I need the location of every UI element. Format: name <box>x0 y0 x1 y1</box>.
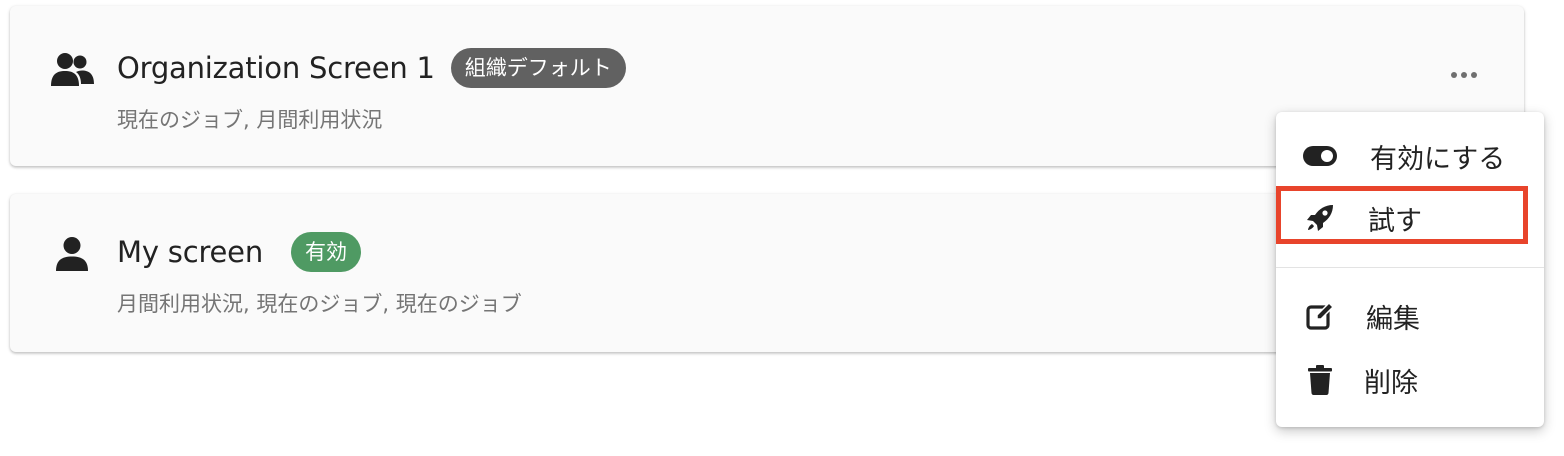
toggle-icon <box>1302 138 1338 174</box>
screen-title: My screen <box>117 235 264 269</box>
menu-item-label: 有効にする <box>1370 143 1506 175</box>
menu-item-edit[interactable]: 編集 <box>1276 286 1544 346</box>
menu-item-try[interactable]: 試す <box>1276 189 1544 247</box>
menu-item-label: 削除 <box>1364 367 1418 399</box>
menu-item-label: 編集 <box>1366 303 1420 335</box>
menu-item-delete[interactable]: 削除 <box>1276 350 1544 410</box>
screen-widgets: 現在のジョブ, 月間利用状況 <box>117 108 383 132</box>
users-icon <box>48 50 96 90</box>
menu-item-enable[interactable]: 有効にする <box>1276 126 1544 186</box>
more-horizontal-icon <box>1451 72 1477 78</box>
rocket-icon <box>1302 200 1338 236</box>
edit-icon <box>1302 298 1338 334</box>
user-icon <box>48 234 96 274</box>
default-badge: 組織デフォルト <box>450 48 626 88</box>
menu-item-label: 試す <box>1368 205 1422 237</box>
enabled-badge: 有効 <box>291 232 362 272</box>
trash-icon <box>1302 362 1338 398</box>
screen-list-page: Organization Screen 1 組織デフォルト 現在のジョブ, 月間… <box>0 0 1564 456</box>
card-title-row: Organization Screen 1 組織デフォルト <box>117 48 626 88</box>
card-title-row: My screen 有効 <box>117 232 362 272</box>
more-options-button[interactable] <box>1436 58 1492 92</box>
menu-divider <box>1276 267 1544 268</box>
context-menu: 有効にする 試す 編集 削除 <box>1276 112 1544 427</box>
screen-title: Organization Screen 1 <box>117 51 435 85</box>
screen-widgets: 月間利用状況, 現在のジョブ, 現在のジョブ <box>117 292 522 316</box>
